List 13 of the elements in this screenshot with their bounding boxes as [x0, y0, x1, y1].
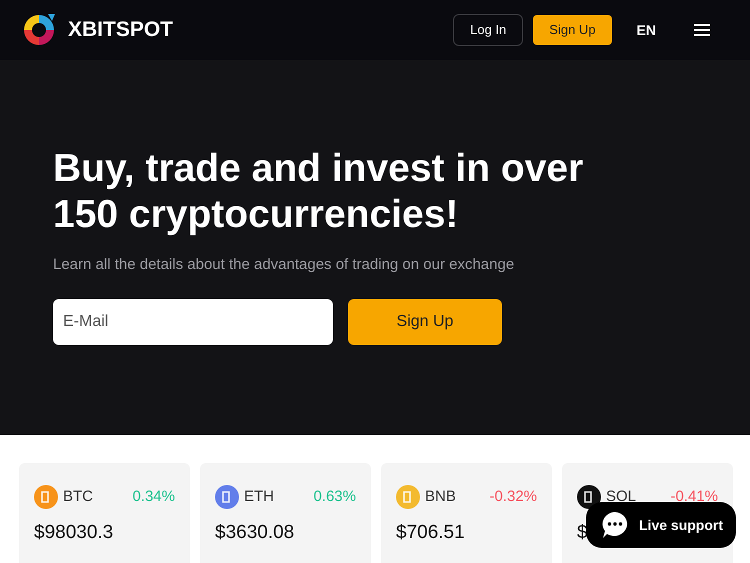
coin-price: $3630.08	[215, 521, 294, 545]
hero-title: Buy, trade and invest in over 150 cryptocurrencies!	[53, 146, 584, 238]
price-change: 0.34%	[132, 486, 175, 507]
coin-price: $	[577, 521, 588, 545]
coin-symbol: BTC	[63, 486, 93, 507]
coin-price: $706.51	[396, 521, 465, 545]
coin-price: $98030.3	[34, 521, 114, 545]
coin-symbol: BNB	[425, 486, 456, 507]
coin-symbol: ETH	[244, 486, 274, 507]
price-change: -0.32%	[489, 486, 537, 507]
brand-name: XBITSPOT	[68, 17, 174, 44]
hero-subtitle: Learn all the details about the advantages of trading on our exchange	[53, 255, 516, 275]
price-change: 0.63%	[313, 486, 356, 507]
